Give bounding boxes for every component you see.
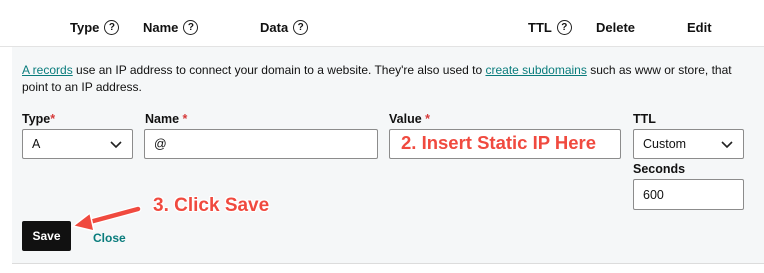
header-ttl-label: TTL: [528, 20, 552, 35]
ttl-select-value: Custom: [643, 137, 687, 151]
panel-divider: [12, 263, 764, 264]
name-field-label: Name *: [145, 112, 188, 126]
chevron-down-icon: [721, 141, 733, 149]
type-select[interactable]: A: [22, 129, 133, 159]
record-description: A records use an IP address to connect y…: [22, 62, 742, 96]
help-icon[interactable]: ?: [293, 20, 309, 35]
header-col-name: Name ?: [143, 20, 199, 35]
insert-ip-annotation: 2. Insert Static IP Here: [401, 132, 597, 153]
header-col-edit: Edit: [687, 20, 712, 35]
required-marker: *: [50, 112, 56, 126]
help-icon[interactable]: ?: [556, 20, 572, 35]
seconds-input[interactable]: 600: [633, 179, 744, 210]
records-table-header: Type ? Name ? Data ? TTL ? Delete Edit: [0, 0, 764, 47]
type-select-value: A: [32, 137, 41, 151]
seconds-input-value: 600: [643, 187, 664, 202]
header-col-delete: Delete: [596, 20, 635, 35]
header-data-label: Data: [260, 20, 289, 35]
save-button[interactable]: Save: [22, 221, 71, 251]
ttl-select[interactable]: Custom: [633, 129, 744, 159]
a-records-link[interactable]: A records: [22, 63, 73, 77]
seconds-field-label: Seconds: [633, 162, 686, 176]
required-marker: *: [425, 112, 431, 126]
help-icon[interactable]: ?: [183, 20, 199, 35]
header-col-ttl: TTL ?: [528, 20, 572, 35]
value-field-label: Value *: [389, 112, 431, 126]
header-name-label: Name: [143, 20, 179, 35]
close-link[interactable]: Close: [93, 231, 126, 245]
click-save-annotation: 3. Click Save: [153, 195, 270, 216]
header-type-label: Type: [70, 20, 100, 35]
type-field-label: Type*: [22, 112, 56, 126]
help-icon[interactable]: ?: [104, 20, 120, 35]
create-subdomains-link[interactable]: create subdomains: [485, 63, 586, 77]
header-col-data: Data ?: [260, 20, 309, 35]
header-col-type: Type ?: [70, 20, 120, 35]
description-text-1: use an IP address to connect your domain…: [72, 63, 486, 77]
required-marker: *: [182, 112, 188, 126]
header-edit-label: Edit: [687, 20, 712, 35]
ttl-field-label: TTL: [633, 112, 656, 126]
chevron-down-icon: [110, 141, 122, 149]
name-input[interactable]: @: [144, 129, 378, 159]
header-delete-label: Delete: [596, 20, 636, 35]
name-input-value: @: [154, 137, 167, 151]
arrow-icon: [71, 205, 142, 233]
